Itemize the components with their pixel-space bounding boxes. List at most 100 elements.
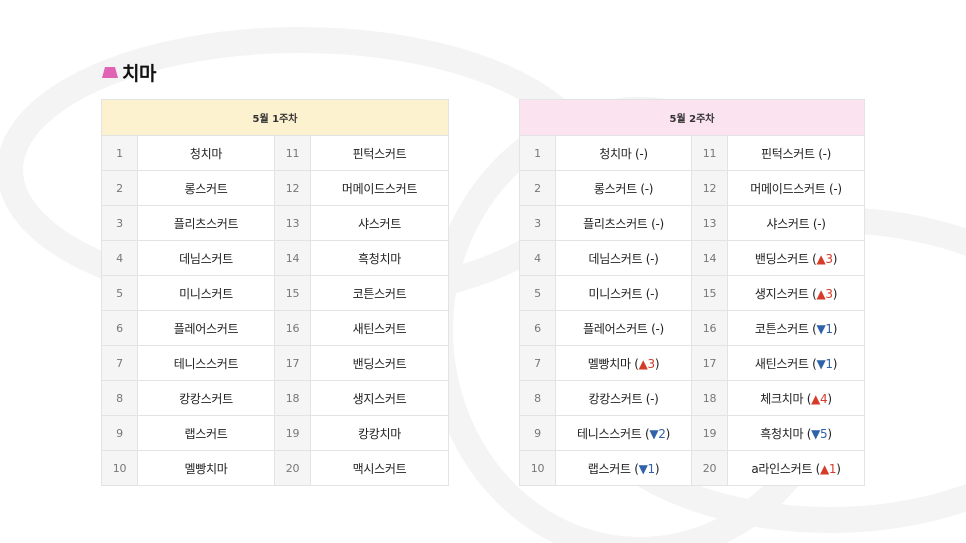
rank-number: 14 [274, 240, 311, 276]
rank-number: 18 [274, 380, 311, 416]
keyword-label: 핀턱스커트 ( [760, 146, 823, 161]
closing-paren: ) [654, 461, 660, 476]
rank-number: 20 [274, 450, 311, 486]
week2-header: 5월 2주차 [519, 99, 865, 136]
rank-number: 8 [519, 380, 556, 416]
rank-number: 16 [691, 310, 728, 346]
keyword-cell: 캉캉치마 [310, 415, 449, 451]
closing-paren: ) [832, 251, 838, 266]
table-row: 9 랩스커트 19 캉캉치마 [101, 415, 449, 451]
keyword-cell: 롱스커트 [137, 170, 275, 206]
rank-number: 6 [519, 310, 556, 346]
keyword-cell: 샤스커트 [310, 205, 449, 241]
week2-header-row: 5월 2주차 [519, 99, 865, 136]
rank-change: ▼1 [816, 356, 833, 371]
keyword-cell: 테니스스커트 (▼2) [555, 415, 692, 451]
rank-change: ▲1 [820, 461, 837, 476]
keyword-cell: 머메이드스커트 [310, 170, 449, 206]
rank-number: 6 [101, 310, 138, 346]
table-row: 2 롱스커트 (-) 12 머메이드스커트 (-) [519, 170, 865, 206]
keyword-cell: 코튼스커트 [310, 275, 449, 311]
rank-number: 2 [519, 170, 556, 206]
closing-paren: ) [654, 286, 659, 301]
rank-change: ▲4 [811, 391, 828, 406]
rank-number: 10 [519, 450, 556, 486]
closing-paren: ) [643, 146, 648, 161]
keyword-cell: 롱스커트 (-) [555, 170, 692, 206]
table-row: 7 멜빵치마 (▲3) 17 새틴스커트 (▼1) [519, 345, 865, 381]
rank-change: ▲3 [816, 251, 833, 266]
closing-paren: ) [836, 461, 841, 476]
keyword-cell: 멜빵치마 (▲3) [555, 345, 692, 381]
table-row: 4 데님스커트 (-) 14 밴딩스커트 (▲3) [519, 240, 865, 276]
closing-paren: ) [837, 181, 842, 196]
closing-paren: ) [826, 146, 832, 161]
table-row: 2 롱스커트 12 머메이드스커트 [101, 170, 449, 206]
rank-number: 12 [274, 170, 311, 206]
keyword-label: 캉캉스커트 ( [588, 391, 651, 406]
closing-paren: ) [832, 356, 838, 371]
keyword-label: 플레어스커트 ( [583, 321, 656, 336]
closing-paren: ) [654, 251, 659, 266]
table-row: 3 플리츠스커트 (-) 13 샤스커트 (-) [519, 205, 865, 241]
keyword-cell: 흑청치마 (▼5) [727, 415, 865, 451]
table-row: 8 캉캉스커트 18 생지스커트 [101, 380, 449, 416]
rank-change: ▼1 [638, 461, 656, 476]
keyword-cell: 데님스커트 [137, 240, 275, 276]
rank-number: 11 [691, 135, 728, 171]
keyword-label: 생지스커트 ( [754, 286, 817, 301]
table-row: 5 미니스커트 (-) 15 생지스커트 (▲3) [519, 275, 865, 311]
keyword-cell: 랩스커트 [137, 415, 275, 451]
rank-number: 4 [519, 240, 556, 276]
rank-number: 13 [691, 205, 728, 241]
keyword-cell: 밴딩스커트 (▲3) [727, 240, 865, 276]
rank-number: 10 [101, 450, 138, 486]
keyword-cell: 플리츠스커트 (-) [555, 205, 692, 241]
keyword-cell: 맥시스커트 [310, 450, 449, 486]
rank-number: 15 [274, 275, 311, 311]
keyword-cell: 플레어스커트 [137, 310, 275, 346]
rank-number: 2 [101, 170, 138, 206]
section-title: 치마 [122, 63, 156, 85]
keyword-cell: 청치마 (-) [555, 135, 692, 171]
keyword-cell: 생지스커트 (▲3) [727, 275, 865, 311]
rank-change: ▲3 [816, 286, 833, 301]
keyword-cell: 코튼스커트 (▼1) [727, 310, 865, 346]
keyword-label: 미니스커트 ( [588, 286, 651, 301]
closing-paren: ) [659, 321, 664, 336]
keyword-cell: 캉캉스커트 (-) [555, 380, 692, 416]
week1-header: 5월 1주차 [101, 99, 449, 136]
rank-number: 18 [691, 380, 728, 416]
closing-paren: ) [821, 216, 826, 231]
keyword-cell: 생지스커트 [310, 380, 449, 416]
keyword-cell: 데님스커트 (-) [555, 240, 692, 276]
keyword-label: a라인스커트 ( [751, 461, 820, 476]
keyword-cell: 핀턱스커트 (-) [727, 135, 865, 171]
rank-number: 17 [274, 345, 311, 381]
keyword-label: 데님스커트 ( [588, 251, 651, 266]
closing-paren: ) [832, 321, 838, 336]
keyword-cell: 미니스커트 (-) [555, 275, 692, 311]
keyword-label: 흑청치마 ( [760, 426, 812, 441]
keyword-cell: 랩스커트 (▼1) [555, 450, 692, 486]
rank-number: 5 [101, 275, 138, 311]
rank-number: 3 [101, 205, 138, 241]
keyword-cell: 플레어스커트 (-) [555, 310, 692, 346]
rank-number: 14 [691, 240, 728, 276]
week1-ranking-table: 5월 1주차 1 청치마 11 핀턱스커트 2 롱스커트 12 머메이드스커트 3 플리츠스커트 1… [101, 99, 449, 486]
closing-paren: ) [827, 391, 832, 406]
table-row: 10 멜빵치마 20 맥시스커트 [101, 450, 449, 486]
keyword-label: 머메이드스커트 ( [750, 181, 834, 196]
keyword-cell: 멜빵치마 [137, 450, 275, 486]
rank-number: 7 [101, 345, 138, 381]
keyword-label: 테니스스커트 ( [577, 426, 650, 441]
rank-number: 13 [274, 205, 311, 241]
keyword-label: 플리츠스커트 ( [583, 216, 656, 231]
keyword-cell: 흑청치마 [310, 240, 449, 276]
closing-paren: ) [648, 181, 654, 196]
keyword-label: 체크치마 ( [760, 391, 812, 406]
keyword-label: 멜빵치마 ( [587, 356, 639, 371]
keyword-cell: 플리츠스커트 [137, 205, 275, 241]
table-row: 9 테니스스커트 (▼2) 19 흑청치마 (▼5) [519, 415, 865, 451]
closing-paren: ) [654, 391, 659, 406]
